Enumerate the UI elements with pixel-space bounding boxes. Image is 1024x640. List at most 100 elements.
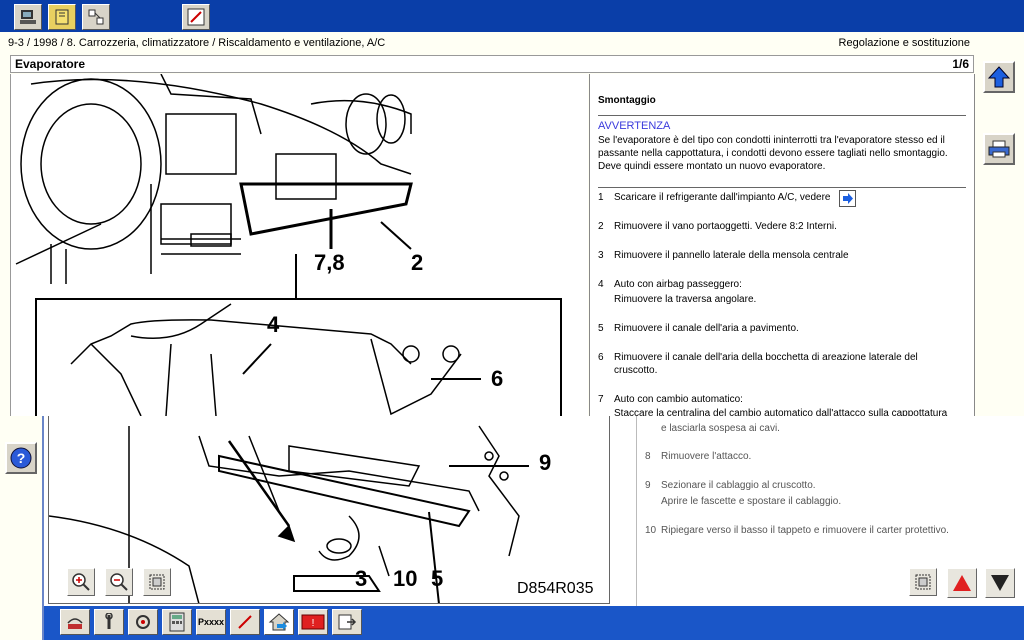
step-text: Sezionare il cablaggio al cruscotto. — [661, 480, 816, 491]
step-number: 1 — [598, 192, 604, 203]
figure-label: 10 — [393, 566, 418, 591]
gear-icon — [136, 615, 150, 629]
step-text: Auto con cambio automatico: — [614, 394, 743, 405]
step-text: Rimuovere l'attacco. — [661, 451, 752, 462]
print-button[interactable] — [983, 133, 1015, 165]
page-counter: 1/6 — [952, 57, 969, 71]
wrench-icon — [105, 613, 113, 629]
zoom-out-button[interactable] — [105, 568, 133, 596]
pen-button[interactable] — [230, 609, 260, 635]
step-text: Auto con airbag passeggero: — [614, 279, 742, 290]
help-button[interactable]: ? — [5, 442, 37, 474]
exit-button[interactable] — [332, 609, 362, 635]
figure-label: 4 — [267, 312, 280, 337]
step-number: 7 — [598, 394, 604, 405]
divider — [598, 187, 966, 188]
bottom-toolbar: Pxxxx ! — [44, 606, 1024, 640]
tools-button[interactable] — [94, 609, 124, 635]
instructions-panel: Smontaggio AVVERTENZA Se l'evaporatore è… — [589, 74, 975, 416]
svg-text:!: ! — [312, 618, 315, 629]
next-page-button[interactable] — [985, 568, 1015, 598]
fit-page-button[interactable] — [909, 568, 937, 596]
step-number: 10 — [645, 525, 657, 536]
figure-label: 9 — [539, 450, 552, 475]
pen-icon-button[interactable] — [182, 4, 210, 30]
zoom-in-button[interactable] — [67, 568, 95, 596]
figure-code: D854R035 — [517, 580, 594, 597]
arrow-right-icon — [843, 193, 853, 204]
step-text: Rimuovere il canale dell'aria della bocc… — [614, 352, 918, 363]
diagram-icon — [88, 9, 104, 25]
step-number: 4 — [598, 279, 604, 290]
instructions-lower: e lasciarla sospesa ai cavi. 8 Rimuovere… — [636, 416, 1024, 606]
divider — [598, 115, 966, 116]
help-icon: ? — [10, 447, 32, 469]
breadcrumb: 9-3 / 1998 / 8. Carrozzeria, climatizzat… — [8, 37, 386, 49]
previous-page-button[interactable] — [947, 568, 977, 598]
step-text: Rimuovere la traversa angolare. — [614, 294, 757, 305]
step-text: Aprire le fascette e spostare il cablagg… — [661, 496, 842, 507]
exit-icon — [338, 614, 357, 630]
zoom-in-icon — [72, 573, 90, 591]
triangle-up-icon — [953, 575, 971, 591]
pen-icon — [187, 8, 205, 26]
warning-icon: ! — [301, 614, 325, 630]
figure-label: 2 — [411, 250, 424, 275]
diagnostics-button[interactable] — [60, 609, 90, 635]
computer-icon — [20, 10, 36, 24]
figure-label: 6 — [491, 366, 504, 391]
figure-upper: 7,8 2 4 6 — [10, 74, 588, 416]
alert-button[interactable]: ! — [298, 609, 328, 635]
step-text: Scaricare il refrigerante dall'impianto … — [614, 192, 831, 203]
step-text: Rimuovere il vano portaoggetti. Vedere 8… — [614, 221, 837, 232]
calculator-button[interactable] — [162, 609, 192, 635]
arrow-up-icon — [988, 66, 1010, 88]
nav-column — [976, 55, 1024, 416]
link-arrow-button[interactable] — [839, 190, 856, 207]
step-number: 6 — [598, 352, 604, 363]
warning-title: AVVERTENZA — [598, 120, 671, 132]
engine-icon — [67, 618, 83, 629]
book-icon-button[interactable] — [48, 4, 76, 30]
parts-button[interactable] — [128, 609, 158, 635]
step-number: 5 — [598, 323, 604, 334]
step-text: Rimuovere il canale dell'aria a paviment… — [614, 323, 799, 334]
section-title: Smontaggio — [598, 95, 656, 106]
page-title: Evaporatore — [15, 57, 86, 71]
zoom-out-icon — [110, 573, 128, 591]
step-text: Rimuovere il pannello laterale della men… — [614, 250, 849, 261]
home-icon — [268, 613, 290, 631]
figure-lower: 9 3 10 5 D854R035 — [48, 416, 610, 604]
page-title-bar: Evaporatore 1/6 — [10, 55, 974, 73]
step-text: e lasciarla sospesa ai cavi. — [661, 423, 780, 434]
step-number: 8 — [645, 451, 651, 462]
figure-label: 7,8 — [314, 250, 345, 275]
svg-text:?: ? — [17, 450, 26, 466]
evaporator-drawing — [49, 425, 529, 603]
book-icon — [55, 9, 69, 25]
breadcrumb-action: Regolazione e sostituzione — [838, 37, 970, 49]
figure-label: 5 — [431, 566, 444, 591]
warning-text: passante nella cappottatura, i condotti … — [598, 148, 948, 159]
top-toolbar — [0, 0, 1024, 32]
step-text: cruscotto. — [614, 365, 658, 376]
printer-icon — [988, 140, 1010, 158]
home-button[interactable] — [264, 609, 294, 635]
fit-page-icon — [915, 574, 931, 590]
step-text: Staccare la centralina del cambio automa… — [614, 408, 948, 416]
step-number: 3 — [598, 250, 604, 261]
pen-icon — [238, 615, 252, 629]
left-strip: ? — [0, 416, 44, 640]
fit-view-button[interactable] — [143, 568, 171, 596]
computer-icon-button[interactable] — [14, 4, 42, 30]
warning-text: Se l'evaporatore è del tipo con condotti… — [598, 135, 945, 146]
p-code-button[interactable]: Pxxxx — [196, 609, 226, 635]
step-number: 2 — [598, 221, 604, 232]
step-text: Ripiegare verso il basso il tappeto e ri… — [661, 525, 949, 536]
fit-icon — [149, 574, 165, 590]
diagram-icon-button[interactable] — [82, 4, 110, 30]
triangle-down-icon — [991, 575, 1009, 591]
warning-text: Deve quindi essere montato un nuovo evap… — [598, 161, 826, 172]
p-code-label: Pxxxx — [197, 617, 225, 627]
scroll-up-button[interactable] — [983, 61, 1015, 93]
